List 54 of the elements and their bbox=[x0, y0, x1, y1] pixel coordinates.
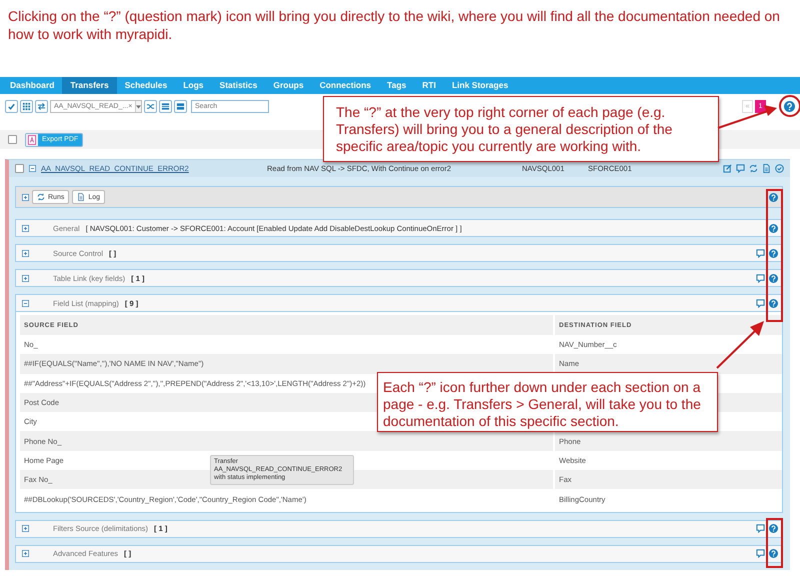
collapse-icon[interactable] bbox=[29, 165, 36, 172]
annotation-callout: Each “?” icon further down under each section on a page - e.g. Transfers > General, will take you to the documentation of this specific section. bbox=[377, 372, 718, 432]
nav-tab[interactable]: Connections bbox=[312, 77, 380, 94]
caret-icon bbox=[136, 104, 142, 108]
annotation-arrow bbox=[718, 105, 777, 129]
help-icon[interactable] bbox=[769, 549, 778, 558]
expand-icon[interactable] bbox=[22, 194, 29, 200]
checkbox[interactable] bbox=[8, 135, 17, 144]
grid-icon[interactable] bbox=[20, 100, 33, 113]
nav-tab[interactable]: Link Storages bbox=[444, 77, 516, 94]
help-icon[interactable] bbox=[769, 192, 778, 202]
nav-tab[interactable]: Tags bbox=[379, 77, 414, 94]
refresh-icon[interactable] bbox=[749, 164, 758, 173]
help-icon[interactable] bbox=[769, 298, 778, 308]
help-icon[interactable] bbox=[769, 248, 778, 258]
expand-icon[interactable] bbox=[22, 250, 29, 256]
nav-tab[interactable]: Schedules bbox=[116, 77, 176, 94]
check-circle-icon[interactable] bbox=[775, 164, 784, 173]
expand-icon[interactable] bbox=[22, 274, 29, 282]
nav-tab[interactable]: Logs bbox=[175, 77, 212, 94]
expand-icon[interactable] bbox=[22, 525, 29, 532]
list-icon[interactable] bbox=[159, 100, 172, 113]
checkbox[interactable] bbox=[15, 164, 24, 173]
comment-icon[interactable] bbox=[756, 298, 765, 308]
help-icon[interactable] bbox=[784, 101, 795, 112]
comment-icon[interactable] bbox=[736, 164, 745, 173]
instruction-text: Clicking on the “?” (question mark) icon will bring you directly to the wiki, where you will find all the documentation needed on how to work with myrapidi. bbox=[7, 7, 781, 44]
swap-arrows-icon[interactable] bbox=[35, 100, 48, 113]
check-icon[interactable] bbox=[5, 100, 18, 113]
document-icon bbox=[77, 193, 86, 201]
help-icon[interactable] bbox=[769, 274, 778, 282]
nav-tab[interactable]: Transfers bbox=[62, 77, 117, 94]
comment-icon[interactable] bbox=[756, 549, 765, 558]
edit-icon[interactable] bbox=[723, 164, 732, 173]
list-icon[interactable] bbox=[174, 100, 187, 113]
shuffle-icon[interactable] bbox=[144, 100, 157, 113]
help-icon[interactable] bbox=[769, 224, 778, 232]
refresh-icon bbox=[37, 193, 45, 201]
comment-icon[interactable] bbox=[756, 524, 765, 534]
highlight-frame bbox=[766, 518, 783, 568]
nav-tab[interactable]: Statistics bbox=[212, 77, 266, 94]
nav-tab[interactable]: Dashboard bbox=[2, 77, 62, 94]
collapse-icon[interactable] bbox=[22, 300, 29, 306]
comment-icon[interactable] bbox=[756, 274, 765, 282]
document-icon[interactable] bbox=[762, 164, 771, 173]
annotation-arrow bbox=[716, 321, 764, 369]
help-icon[interactable] bbox=[769, 524, 778, 534]
pdf-file-icon bbox=[26, 134, 38, 146]
nav-tab[interactable]: RTI bbox=[414, 77, 444, 94]
comment-icon[interactable] bbox=[756, 248, 765, 258]
annotation-callout: The “?” at the very top right corner of each page (e.g. Transfers) will bring you to a general description of the specific area/topic you currently are working with. bbox=[323, 96, 719, 162]
expand-icon[interactable] bbox=[22, 550, 29, 558]
nav-tab[interactable]: Groups bbox=[265, 77, 312, 94]
expand-icon[interactable] bbox=[22, 224, 29, 232]
